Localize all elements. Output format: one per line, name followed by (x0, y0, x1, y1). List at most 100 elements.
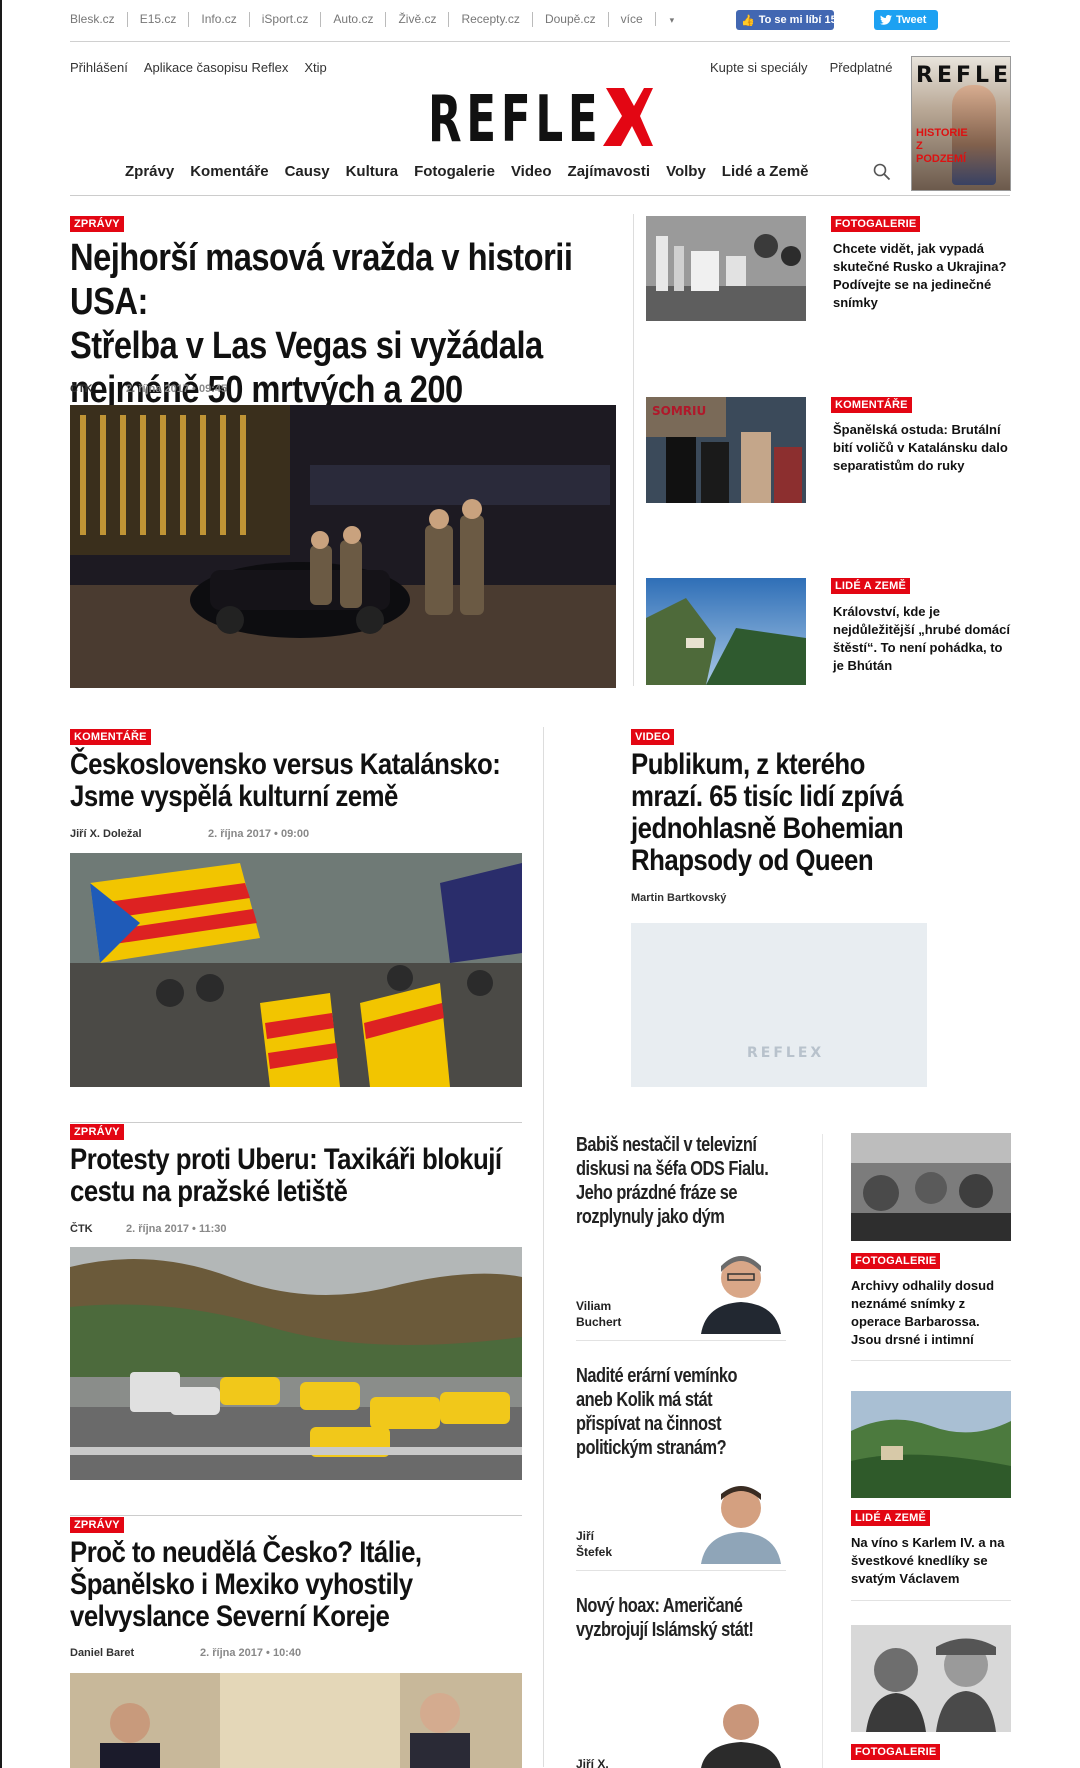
reflex-logo[interactable]: REFLE (428, 84, 653, 149)
nav-item-causy[interactable]: Causy (285, 163, 330, 180)
commentary-image[interactable] (70, 853, 522, 1087)
facebook-like-button[interactable]: 👍 To se mi líbí 150 tis. (736, 10, 834, 30)
category-badge[interactable]: ZPRÁVY (70, 1124, 124, 1140)
side-image-1[interactable] (646, 216, 806, 321)
category-badge[interactable]: ZPRÁVY (70, 216, 124, 232)
korea-image[interactable] (70, 1673, 522, 1768)
korea-byline: Daniel Baret 2. října 2017 • 10:40 (70, 1647, 301, 1659)
nav-item-lide-a-zeme[interactable]: Lidé a Země (722, 163, 809, 180)
right-image-3[interactable] (851, 1625, 1011, 1732)
author-avatar (696, 1244, 786, 1334)
nav-item-zpravy[interactable]: Zprávy (125, 163, 174, 180)
right-item-title[interactable]: Archivy odhalily dosud neznámé snímky z … (851, 1277, 1011, 1349)
network-bar: Blesk.cz E15.cz Info.cz iSport.cz Auto.c… (70, 0, 1010, 42)
opinion-author[interactable]: Jiří Štefek (576, 1528, 612, 1560)
category-badge[interactable]: FOTOGALERIE (831, 216, 921, 232)
publish-date: 2. října 2017 • 10:40 (200, 1647, 302, 1659)
column-divider (543, 727, 544, 1767)
network-link-recepty[interactable]: Recepty.cz (449, 12, 533, 27)
opinion-title[interactable]: Nadité erární vemínko aneb Kolik má stát… (576, 1364, 773, 1460)
category-badge[interactable]: FOTOGALERIE (851, 1253, 941, 1269)
opinion-title[interactable]: Nový hoax: Američané vyzbrojují Islámský… (576, 1594, 773, 1642)
headline-line: Protesty proti Uberu: Taxikáři blokují (70, 1143, 502, 1176)
side-item-title[interactable]: Španělská ostuda: Brutální bití voličů v… (833, 421, 1008, 475)
category-badge[interactable]: ZPRÁVY (70, 1517, 124, 1533)
magazine-cover[interactable]: REFLEX HISTORIE Z PODZEMÍ (911, 56, 1011, 191)
right-item-title[interactable]: Na víno s Karlem IV. a na švestkové kned… (851, 1534, 1011, 1588)
author-name[interactable]: ČTK (70, 1223, 126, 1235)
nav-item-zajimavosti[interactable]: Zajímavosti (568, 163, 651, 180)
author-name[interactable]: Martin Bartkovský (631, 892, 726, 904)
right-image-1[interactable] (851, 1133, 1011, 1241)
svg-text:REFLE: REFLE (428, 84, 602, 149)
network-link-info[interactable]: Info.cz (189, 12, 250, 27)
category-badge[interactable]: KOMENTÁŘE (831, 397, 912, 413)
category-badge[interactable]: FOTOGALERIE (851, 1744, 941, 1760)
nav-item-fotogalerie[interactable]: Fotogalerie (414, 163, 495, 180)
video-placeholder[interactable]: REFLEX (631, 923, 927, 1087)
headline-line: cestu na pražské letiště (70, 1175, 348, 1208)
network-link-e15[interactable]: E15.cz (128, 12, 190, 27)
right-item-2: LIDÉ A ZEMĚ (851, 1508, 931, 1526)
facebook-like-label: To se mi líbí 150 tis. (758, 14, 834, 26)
network-links: Blesk.cz E15.cz Info.cz iSport.cz Auto.c… (70, 12, 698, 27)
lead-headline-line: Střelba v Las Vegas si vyžádala (70, 325, 543, 367)
headline-line: Československo versus Katalánsko: (70, 748, 501, 781)
network-link-blesk[interactable]: Blesk.cz (70, 12, 128, 27)
headline-line: Španělsko i Mexiko vyhostily (70, 1568, 413, 1601)
category-badge[interactable]: KOMENTÁŘE (70, 729, 151, 745)
uber-article: ZPRÁVY (70, 1122, 124, 1140)
lead-image[interactable] (70, 405, 616, 688)
author-name[interactable]: Daniel Baret (70, 1647, 200, 1659)
commentary-headline[interactable]: Československo versus Katalánsko: Jsme v… (70, 749, 517, 813)
search-icon[interactable] (873, 163, 891, 181)
xtip-link[interactable]: Xtip (304, 60, 326, 75)
network-more[interactable]: více ▾ (609, 12, 699, 27)
network-link-isport[interactable]: iSport.cz (250, 12, 322, 27)
chevron-down-icon: ▾ (669, 15, 675, 25)
side-image-2[interactable]: SOMRIU (646, 397, 806, 503)
nav-item-volby[interactable]: Volby (666, 163, 706, 180)
side-image-3[interactable] (646, 578, 806, 685)
right-image-2[interactable] (851, 1391, 1011, 1498)
cover-subtitle: HISTORIE Z PODZEMÍ (916, 127, 968, 165)
uber-image[interactable] (70, 1247, 522, 1480)
network-link-zive[interactable]: Živě.cz (386, 12, 450, 27)
tweet-label: Tweet (896, 14, 927, 26)
video-headline[interactable]: Publikum, z kterého mrazí. 65 tisíc lidí… (631, 749, 906, 877)
opinion-author[interactable]: Viliam Buchert (576, 1298, 621, 1330)
network-link-auto[interactable]: Auto.cz (321, 12, 387, 27)
uber-headline[interactable]: Protesty proti Uberu: Taxikáři blokují c… (70, 1144, 517, 1208)
author-avatar (696, 1474, 786, 1564)
opinion-author[interactable]: Jiří X. (576, 1756, 609, 1768)
category-badge[interactable]: VIDEO (631, 729, 675, 745)
right-item-3: FOTOGALERIE (851, 1742, 941, 1760)
publish-date: 2. října 2017 • 11:30 (126, 1223, 227, 1235)
author-first: Viliam (576, 1299, 612, 1313)
login-link[interactable]: Přihlášení (70, 60, 128, 75)
page-edge (0, 0, 2, 1768)
headline-line: velvyslance Severní Koreje (70, 1600, 390, 1633)
cover-title: REFLEX (916, 63, 1011, 88)
author-name[interactable]: ČTK (70, 383, 126, 395)
subscription-link[interactable]: Předplatné (830, 60, 893, 75)
tweet-button[interactable]: Tweet (874, 10, 938, 30)
nav-item-komentare[interactable]: Komentáře (190, 163, 268, 180)
author-name[interactable]: Jiří X. Doležal (70, 828, 208, 840)
side-item-2: KOMENTÁŘE (831, 395, 912, 413)
category-badge[interactable]: LIDÉ A ZEMĚ (851, 1510, 931, 1526)
app-link[interactable]: Aplikace časopisu Reflex (144, 60, 289, 75)
headline-line: Publikum, z kterého (631, 748, 865, 781)
author-first: Jiří X. (576, 1757, 609, 1768)
side-item-title[interactable]: Chcete vidět, jak vypadá skutečné Rusko … (833, 240, 1013, 312)
side-item-title[interactable]: Království, kde je nejdůležitější „hrubé… (833, 603, 1013, 675)
nav-item-kultura[interactable]: Kultura (346, 163, 399, 180)
network-link-doupe[interactable]: Doupě.cz (533, 12, 609, 27)
specials-link[interactable]: Kupte si speciály (710, 60, 808, 75)
korea-headline[interactable]: Proč to neudělá Česko? Itálie, Španělsko… (70, 1537, 517, 1633)
opinion-divider (576, 1340, 786, 1341)
nav-item-video[interactable]: Video (511, 163, 552, 180)
category-badge[interactable]: LIDÉ A ZEMĚ (831, 578, 911, 594)
opinion-title[interactable]: Babiš nestačil v televizní diskusi na šé… (576, 1133, 773, 1229)
header-right-links: Kupte si speciály Předplatné (710, 60, 892, 75)
